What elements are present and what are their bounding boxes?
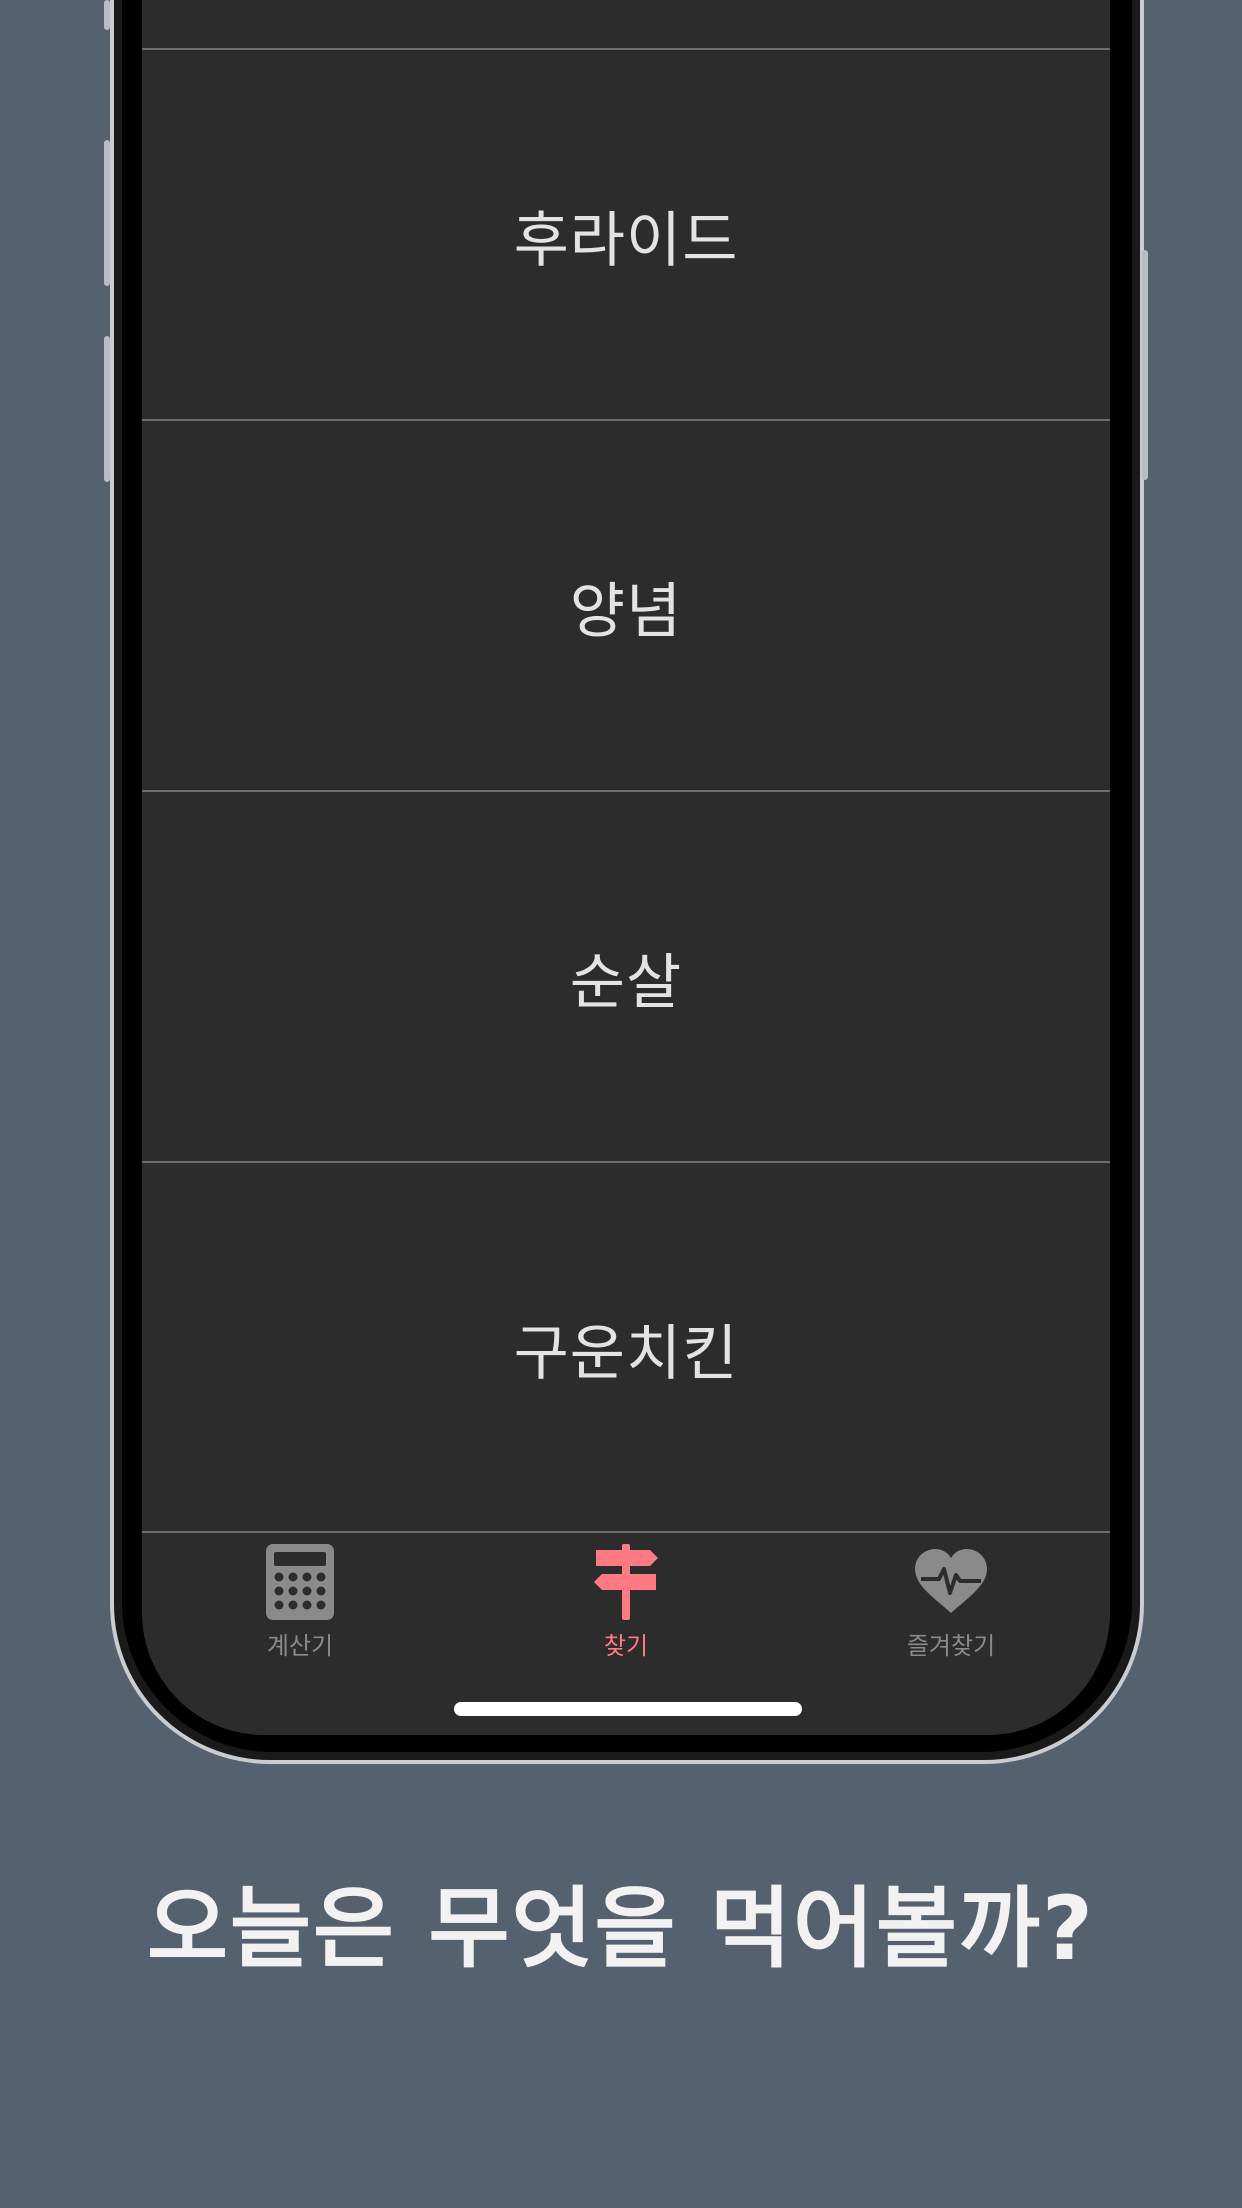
tab-find-label: 찾기 [603, 1632, 649, 1660]
phone-side-button-volume-down [104, 336, 110, 482]
list-item-label: 양념 [569, 576, 683, 647]
tab-calculator[interactable]: 계산기 [200, 1544, 400, 1664]
list-item-boneless[interactable]: 순살 [142, 792, 1110, 1162]
phone-side-button-power [1142, 250, 1148, 480]
tab-find[interactable]: 찾기 [526, 1544, 726, 1664]
phone-screen: 후라이드 양념 순살 구운치킨 계산기 찾기 즐겨찾기 [142, 0, 1110, 1735]
list-item-label: 순살 [569, 947, 683, 1018]
home-indicator[interactable] [454, 1702, 802, 1716]
list-item-roasted[interactable]: 구운치킨 [142, 1163, 1110, 1533]
list-item-seasoned[interactable]: 양념 [142, 421, 1110, 791]
tab-favorites[interactable]: 즐겨찾기 [851, 1544, 1051, 1664]
marketing-caption: 오늘은 무엇을 먹어볼까? [147, 1877, 1095, 1980]
list-item-label: 구운치킨 [513, 1318, 739, 1389]
list-item-label: 후라이드 [513, 205, 739, 276]
calculator-icon [262, 1544, 338, 1620]
list-item-fried[interactable]: 후라이드 [142, 50, 1110, 420]
heart-pulse-icon [913, 1544, 989, 1620]
tab-bar: 계산기 찾기 즐겨찾기 [142, 1532, 1110, 1672]
signpost-icon [588, 1544, 664, 1620]
phone-side-button-volume-up [104, 140, 110, 286]
tab-favorites-label: 즐겨찾기 [906, 1632, 996, 1660]
phone-side-button-upper [104, 0, 110, 30]
tab-calculator-label: 계산기 [266, 1632, 334, 1660]
